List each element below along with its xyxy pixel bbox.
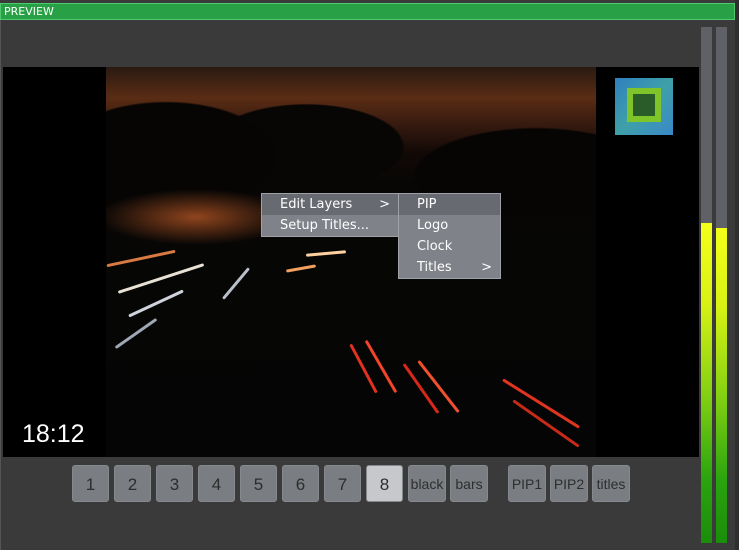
clock-overlay: 18:12 (22, 420, 85, 448)
submenu-arrow-icon: > (481, 260, 492, 275)
submenu-item-label: Titles (417, 260, 452, 275)
menu-item-label: Setup Titles... (280, 218, 370, 233)
titles-button[interactable]: titles (592, 465, 630, 502)
submenu-item-label: Logo (417, 218, 449, 233)
submenu-item-clock[interactable]: Clock (399, 236, 500, 257)
source-button-6[interactable]: 6 (282, 465, 319, 502)
submenu-item-titles[interactable]: Titles > (399, 257, 500, 278)
edit-layers-submenu: PIP Logo Clock Titles > (398, 193, 501, 279)
logo-square-icon (627, 88, 661, 122)
bars-button[interactable]: bars (450, 465, 488, 502)
context-menu: Edit Layers > Setup Titles... (261, 193, 399, 237)
submenu-arrow-icon: > (379, 197, 390, 212)
station-logo (615, 78, 673, 135)
submenu-item-pip[interactable]: PIP (399, 194, 500, 215)
black-button[interactable]: black (408, 465, 446, 502)
pip2-button[interactable]: PIP2 (550, 465, 588, 502)
audio-meter-right (716, 27, 727, 543)
submenu-item-label: PIP (417, 197, 437, 212)
audio-meter-left-level (701, 223, 712, 543)
audio-meter-left (701, 27, 712, 543)
submenu-item-logo[interactable]: Logo (399, 215, 500, 236)
video-preview[interactable] (3, 67, 699, 457)
pip1-button[interactable]: PIP1 (508, 465, 546, 502)
source-button-1[interactable]: 1 (72, 465, 109, 502)
source-button-2[interactable]: 2 (114, 465, 151, 502)
audio-meter-right-level (716, 228, 727, 543)
source-button-5[interactable]: 5 (240, 465, 277, 502)
menu-item-label: Edit Layers (280, 197, 353, 212)
highway-light-trails (106, 247, 596, 457)
panel-title: PREVIEW (4, 5, 54, 18)
source-button-3[interactable]: 3 (156, 465, 193, 502)
menu-item-edit-layers[interactable]: Edit Layers > (262, 194, 398, 215)
menu-item-setup-titles[interactable]: Setup Titles... (262, 215, 398, 236)
source-button-4[interactable]: 4 (198, 465, 235, 502)
source-button-7[interactable]: 7 (324, 465, 361, 502)
panel-title-bar: PREVIEW (0, 3, 735, 20)
submenu-item-label: Clock (417, 239, 453, 254)
source-button-8[interactable]: 8 (366, 465, 403, 502)
video-frame (106, 67, 596, 457)
